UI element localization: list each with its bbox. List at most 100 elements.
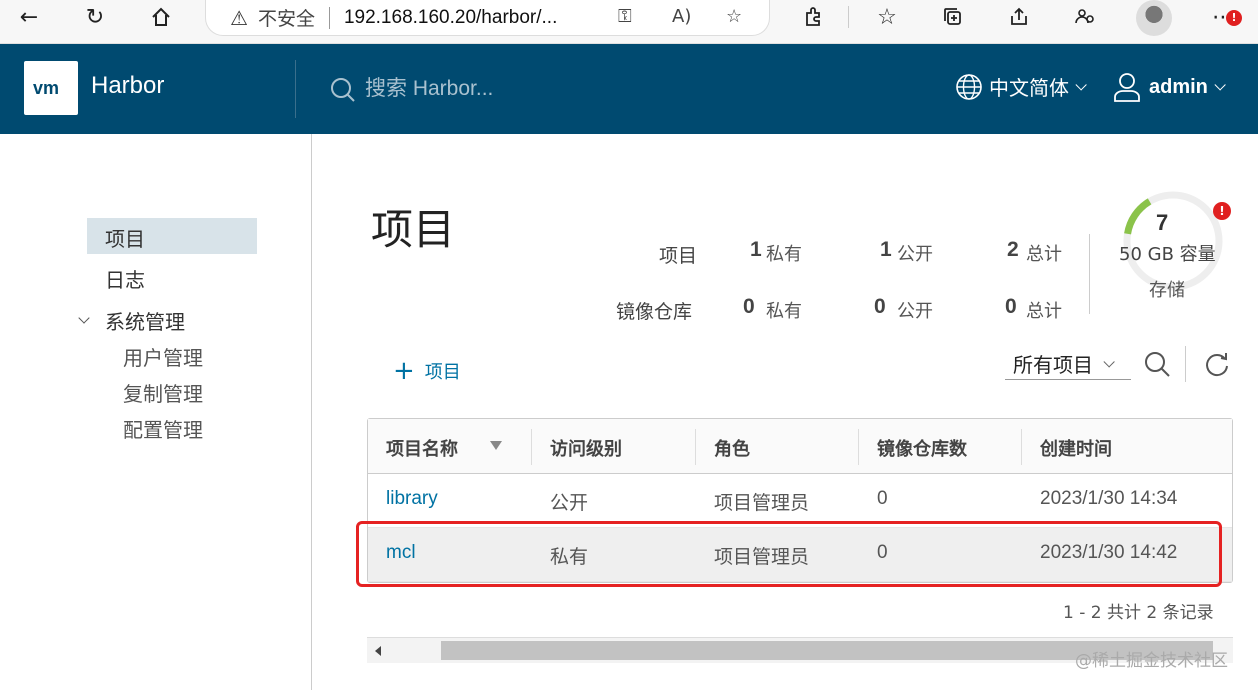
scroll-left-icon[interactable] <box>375 646 381 656</box>
favorite-add-icon[interactable]: ☆ <box>726 6 742 27</box>
repos-total-label: 总计 <box>1026 301 1062 322</box>
chevron-down-icon <box>1075 78 1087 91</box>
stats-repos-label: 镜像仓库 <box>616 301 693 323</box>
column-header-name[interactable]: 项目名称 <box>386 435 458 461</box>
column-header-created[interactable]: 创建时间 <box>1040 435 1112 461</box>
repos-private-label: 私有 <box>766 301 802 322</box>
column-header-repos[interactable]: 镜像仓库数 <box>877 435 967 461</box>
column-header-access[interactable]: 访问级别 <box>550 435 622 461</box>
projects-total-count: 2 <box>1007 238 1019 261</box>
toolbar-divider <box>1185 346 1186 382</box>
projects-public-count: 1 <box>880 238 892 261</box>
page-title: 项目 <box>371 205 456 254</box>
sidebar: 项目 日志 系统管理 用户管理 复制管理 配置管理 <box>0 134 312 690</box>
sidebar-item-projects[interactable]: 项目 <box>87 218 257 254</box>
add-project-label: 项目 <box>424 362 461 383</box>
global-search-input[interactable] <box>365 74 625 104</box>
profile-avatar[interactable] <box>1136 0 1172 36</box>
projects-private-label: 私有 <box>766 244 802 265</box>
profile-switch-icon[interactable] <box>1068 0 1102 34</box>
read-aloud-icon[interactable]: A) <box>672 6 691 27</box>
main-content: 项目 项目 1 私有 1 公开 2 总计 镜像仓库 0 私有 0 公开 0 总计… <box>313 134 1258 690</box>
storage-count: 7 <box>1156 210 1169 235</box>
projects-private-count: 1 <box>750 238 762 261</box>
pagination-count: 1 - 2 共计 2 条记录 <box>1063 603 1214 623</box>
creation-time: 2023/1/30 14:34 <box>1040 488 1178 509</box>
share-icon[interactable] <box>1002 0 1036 34</box>
key-icon[interactable]: ⚿ <box>618 6 632 27</box>
role: 项目管理员 <box>714 492 810 514</box>
stats-divider <box>1089 234 1090 314</box>
watermark: @稀土掘金技术社区 <box>1075 651 1228 671</box>
chevron-down-icon <box>1103 355 1115 368</box>
notification-badge: ! <box>1226 10 1242 26</box>
security-status: 不安全 <box>257 8 315 30</box>
access-level: 私有 <box>550 546 589 568</box>
sidebar-item-administration[interactable]: 系统管理 <box>105 306 185 335</box>
sidebar-item-users[interactable]: 用户管理 <box>123 342 203 371</box>
projects-public-label: 公开 <box>897 244 933 265</box>
browser-toolbar: ← ↻ ⚠ 不安全 192.168.160.20/harbor/... ⚿ A)… <box>0 0 1258 44</box>
back-icon[interactable]: ← <box>12 0 46 34</box>
column-divider <box>1021 429 1022 465</box>
address-bar[interactable]: ⚠ 不安全 192.168.160.20/harbor/... ⚿ A) ☆ <box>205 0 770 36</box>
url-text[interactable]: 192.168.160.20/harbor/... <box>344 7 557 29</box>
vmware-logo: vm <box>24 61 78 115</box>
repo-count: 0 <box>877 542 888 563</box>
user-icon <box>1114 73 1140 102</box>
chevron-down-icon <box>1214 79 1226 91</box>
role: 项目管理员 <box>714 546 810 568</box>
sidebar-item-configuration[interactable]: 配置管理 <box>123 414 203 443</box>
projects-total-label: 总计 <box>1026 244 1062 265</box>
address-divider <box>328 6 330 29</box>
creation-time: 2023/1/30 14:42 <box>1040 542 1178 563</box>
language-label: 中文简体 <box>989 76 1069 100</box>
table-row[interactable]: library 公开 项目管理员 0 2023/1/30 14:34 <box>368 474 1232 528</box>
column-divider <box>531 429 532 465</box>
projects-table: 项目名称 访问级别 角色 镜像仓库数 创建时间 library 公开 项目管理员… <box>367 418 1233 583</box>
repos-private-count: 0 <box>743 295 755 318</box>
storage-alert-badge: ! <box>1213 202 1231 220</box>
username: admin <box>1149 75 1208 98</box>
search-icon[interactable] <box>1143 350 1171 378</box>
project-name-link[interactable]: library <box>386 488 438 510</box>
home-icon[interactable] <box>144 0 178 34</box>
favorites-icon[interactable]: ☆ <box>870 0 904 34</box>
extensions-icon[interactable] <box>796 0 830 34</box>
collections-icon[interactable] <box>936 0 970 34</box>
column-header-role[interactable]: 角色 <box>714 435 750 461</box>
globe-icon <box>956 73 982 100</box>
toolbar-divider <box>848 6 849 28</box>
logo-text: vm <box>33 78 59 98</box>
sidebar-item-replications[interactable]: 复制管理 <box>123 378 203 407</box>
refresh-icon[interactable]: ↻ <box>78 0 112 34</box>
repos-total-count: 0 <box>1005 295 1017 318</box>
sidebar-item-logs[interactable]: 日志 <box>105 264 145 293</box>
app-header: vm Harbor 中文简体 admin <box>0 44 1258 134</box>
app-name: Harbor <box>91 72 165 99</box>
user-menu[interactable]: admin <box>1113 72 1226 102</box>
access-level: 公开 <box>550 492 589 514</box>
filter-icon[interactable] <box>490 441 502 450</box>
repos-public-label: 公开 <box>897 301 933 322</box>
language-selector[interactable]: 中文简体 <box>955 72 1087 101</box>
column-divider <box>695 429 696 465</box>
filter-value: 所有项目 <box>1013 353 1093 377</box>
storage-capacity: 50 GB 容量 <box>1119 244 1216 265</box>
storage-label: 存储 <box>1149 280 1185 301</box>
table-header: 项目名称 访问级别 角色 镜像仓库数 创建时间 <box>368 419 1232 474</box>
chevron-down-icon[interactable] <box>78 312 90 324</box>
project-name-link[interactable]: mcl <box>386 542 416 564</box>
repos-public-count: 0 <box>874 295 886 318</box>
refresh-icon[interactable] <box>1203 350 1231 378</box>
table-row[interactable]: mcl 私有 项目管理员 0 2023/1/30 14:42 <box>368 528 1232 582</box>
project-filter-select[interactable]: 所有项目 <box>1005 348 1131 380</box>
warning-icon: ⚠ <box>230 5 248 30</box>
header-divider <box>295 60 296 118</box>
plus-icon: + <box>393 356 415 386</box>
stats-projects-label: 项目 <box>659 245 698 267</box>
repo-count: 0 <box>877 488 888 509</box>
add-project-button[interactable]: + 项目 <box>393 358 461 384</box>
search-icon <box>331 78 355 102</box>
storage-gauge-fill <box>1124 198 1152 235</box>
